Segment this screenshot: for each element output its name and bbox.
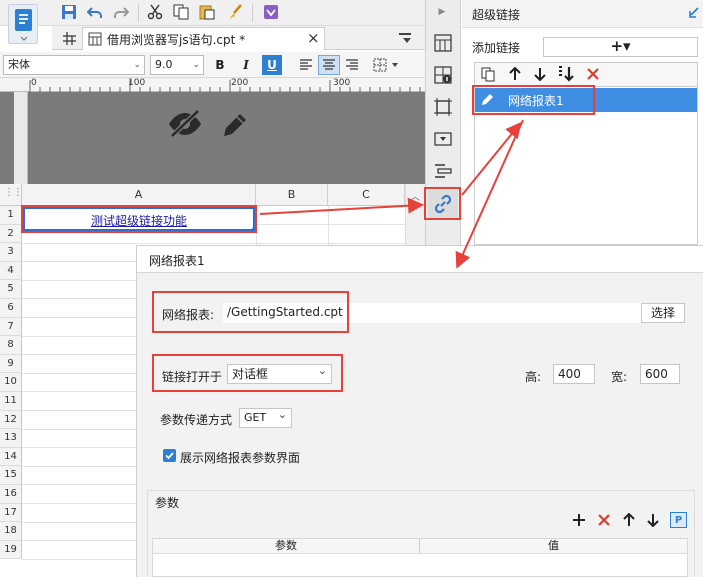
annotation-arrows (259, 119, 524, 269)
arrow-list-to-dialog (455, 119, 524, 269)
arrow-icon-to-list (461, 121, 522, 196)
arrow-cell-to-icon (259, 197, 424, 215)
